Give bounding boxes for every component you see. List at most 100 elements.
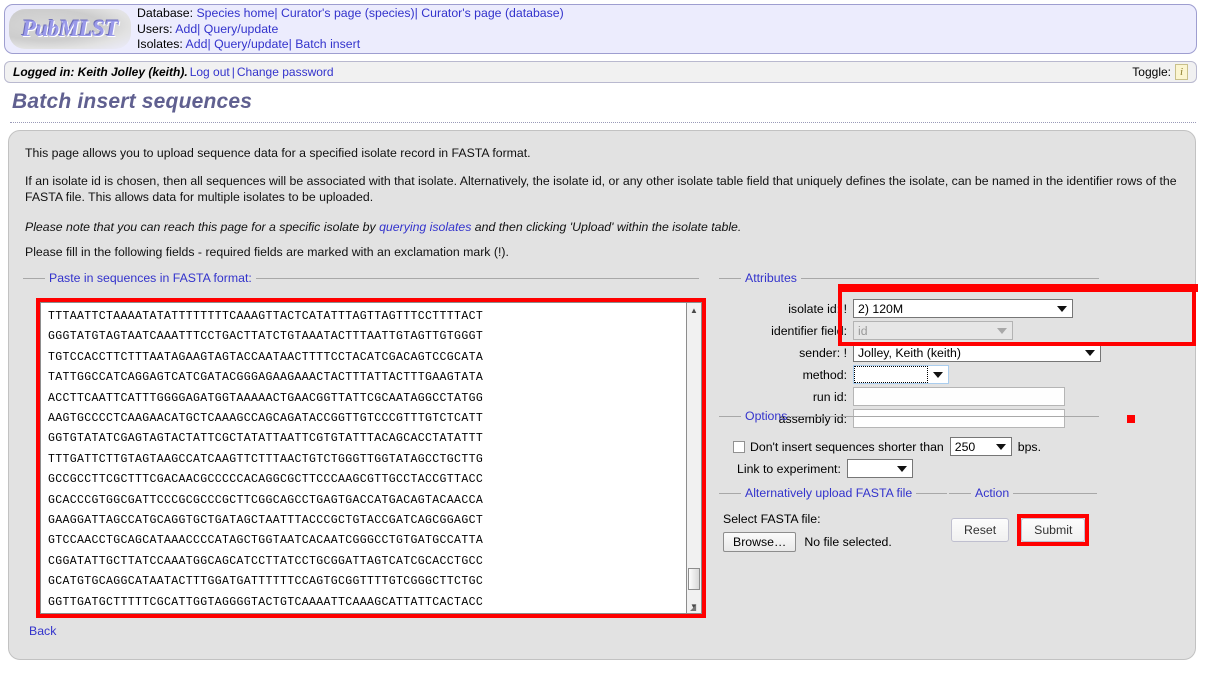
file-status-label: No file selected. <box>804 535 892 549</box>
isolate-id-label: isolate id: ! <box>788 301 847 316</box>
login-status-bar: Logged in: Keith Jolley (keith). Log out… <box>4 61 1197 83</box>
unused-highlight <box>1127 415 1135 423</box>
navigation-links: Database: Species home| Curator's page (… <box>137 5 564 53</box>
title-divider <box>10 122 1196 123</box>
field-row-sender: sender: ! Jolley, Keith (keith) <box>719 343 1101 362</box>
nav-separator: | <box>288 37 292 52</box>
nav-link-isolates-add[interactable]: Add <box>186 37 208 51</box>
min-length-value: 250 <box>954 439 976 454</box>
chevron-down-icon <box>1085 349 1095 356</box>
login-status-text: Logged in: Keith Jolley (keith). <box>13 65 188 79</box>
nav-link-curators-page-database[interactable]: Curator's page (database) <box>421 6 563 20</box>
toggle-label: Toggle: <box>1132 65 1171 79</box>
nav-separator: | <box>414 6 418 21</box>
nav-link-isolates-batch-insert[interactable]: Batch insert <box>295 37 360 51</box>
chevron-down-icon <box>995 443 1006 450</box>
info-icon[interactable]: i <box>1175 64 1188 80</box>
chevron-down-icon <box>997 327 1007 334</box>
nav-separator: | <box>207 37 211 52</box>
action-legend: Action <box>975 486 1010 500</box>
min-length-select[interactable]: 250 <box>949 437 1012 456</box>
intro-paragraph-3: Please note that you can reach this page… <box>25 219 1175 235</box>
run-id-input[interactable] <box>853 387 1065 406</box>
chevron-down-icon <box>933 371 943 378</box>
scrollbar-thumb[interactable] <box>688 568 700 590</box>
top-navigation-bar: PubMLST Database: Species home| Curator'… <box>4 4 1197 54</box>
nav-users-label: Users: <box>137 21 173 36</box>
pubmlst-logo: PubMLST <box>9 9 131 49</box>
upload-fasta-fieldset: Alternatively upload FASTA file Select F… <box>719 486 947 566</box>
identifier-field-label: identifier field: <box>771 323 847 338</box>
scroll-up-icon[interactable]: ▲ <box>687 303 701 317</box>
select-fasta-file-label: Select FASTA file: <box>723 512 821 526</box>
nav-link-curators-page-species[interactable]: Curator's page (species) <box>281 6 415 20</box>
link-experiment-label: Link to experiment: <box>737 461 841 476</box>
min-length-prefix-label: Don't insert sequences shorter than <box>750 439 944 454</box>
nav-row-isolates: Isolates: Add| Query/update| Batch inser… <box>137 37 564 53</box>
back-link[interactable]: Back <box>29 624 56 638</box>
min-length-suffix-label: bps. <box>1017 439 1041 454</box>
nav-link-species-home[interactable]: Species home <box>196 6 274 20</box>
chevron-down-icon <box>896 465 907 472</box>
run-id-label: run id: <box>812 389 847 404</box>
nav-link-isolates-query-update[interactable]: Query/update <box>214 37 289 51</box>
nav-separator: | <box>197 21 201 36</box>
resize-grip-icon[interactable]: ◢ <box>690 604 700 614</box>
attributes-legend: Attributes <box>745 271 797 285</box>
upload-fasta-legend: Alternatively upload FASTA file <box>745 486 913 500</box>
sequence-textarea-highlight: ▲ ▼ ◢ <box>36 298 706 618</box>
identifier-field-select: id <box>853 321 1013 340</box>
paste-sequences-fieldset: Paste in sequences in FASTA format: ▲ ▼ … <box>23 271 706 619</box>
page-title: Batch insert sequences <box>12 90 253 113</box>
nav-link-users-add[interactable]: Add <box>175 22 197 36</box>
options-legend: Options <box>745 409 788 423</box>
nav-row-users: Users: Add| Query/update <box>137 22 564 38</box>
browse-button[interactable]: Browse… <box>723 532 797 552</box>
link-experiment-row: Link to experiment: <box>737 459 913 478</box>
change-password-link[interactable]: Change password <box>237 65 334 79</box>
intro-paragraph-3-post: and then clicking 'Upload' within the is… <box>471 220 742 234</box>
field-row-isolate-id: isolate id: ! 2) 120M <box>719 299 1073 318</box>
field-row-method: method: <box>719 365 949 384</box>
method-label: method: <box>802 367 847 382</box>
link-experiment-select[interactable] <box>846 459 913 478</box>
submit-button[interactable]: Submit <box>1021 518 1086 542</box>
querying-isolates-link[interactable]: querying isolates <box>379 220 471 234</box>
isolate-id-value: 2) 120M <box>858 301 904 316</box>
reset-button[interactable]: Reset <box>951 518 1010 542</box>
sender-label: sender: ! <box>799 345 847 360</box>
paste-sequences-legend: Paste in sequences in FASTA format: <box>49 271 252 285</box>
nav-isolates-label: Isolates: <box>137 37 183 52</box>
intro-paragraph-1: This page allows you to upload sequence … <box>25 146 531 160</box>
nav-separator: | <box>274 6 278 21</box>
field-row-identifier-field: identifier field: id <box>719 321 1013 340</box>
intro-paragraph-2: If an isolate id is chosen, then all seq… <box>25 174 1177 204</box>
intro-paragraph-3-pre: Please note that you can reach this page… <box>25 220 380 234</box>
attributes-fieldset: Attributes isolate id: ! 2) 120M identif… <box>719 271 1101 428</box>
pubmlst-logo-text: PubMLST <box>21 16 119 41</box>
sender-value: Jolley, Keith (keith) <box>858 345 961 360</box>
method-select[interactable] <box>853 365 949 384</box>
min-length-option-row: Don't insert sequences shorter than 250 … <box>733 437 1041 456</box>
sequence-textarea-scrollbar[interactable]: ▲ ▼ <box>686 302 702 614</box>
sequence-textarea[interactable] <box>40 302 686 614</box>
min-length-checkbox[interactable] <box>733 440 745 453</box>
nav-link-users-query-update[interactable]: Query/update <box>204 22 279 36</box>
file-picker-row: Browse… No file selected. <box>723 532 892 552</box>
nav-row-database: Database: Species home| Curator's page (… <box>137 6 564 22</box>
action-buttons-row: Reset Submit <box>951 514 1090 546</box>
logout-link[interactable]: Log out <box>190 65 230 79</box>
identifier-field-value: id <box>858 323 868 338</box>
options-fieldset: Options Don't insert sequences shorter t… <box>719 409 1099 479</box>
method-value <box>854 366 928 383</box>
action-fieldset: Action Reset Submit <box>949 486 1097 566</box>
main-content-panel: This page allows you to upload sequence … <box>8 130 1196 660</box>
submit-button-highlight: Submit <box>1017 514 1090 546</box>
isolate-id-select[interactable]: 2) 120M <box>853 299 1073 318</box>
toggle-control[interactable]: Toggle: i <box>1132 64 1188 80</box>
nav-database-label: Database: <box>137 6 194 21</box>
login-separator: | <box>231 65 235 79</box>
sender-select[interactable]: Jolley, Keith (keith) <box>853 343 1101 362</box>
intro-paragraph-4: Please fill in the following fields - re… <box>25 245 509 259</box>
chevron-down-icon <box>1057 305 1067 312</box>
